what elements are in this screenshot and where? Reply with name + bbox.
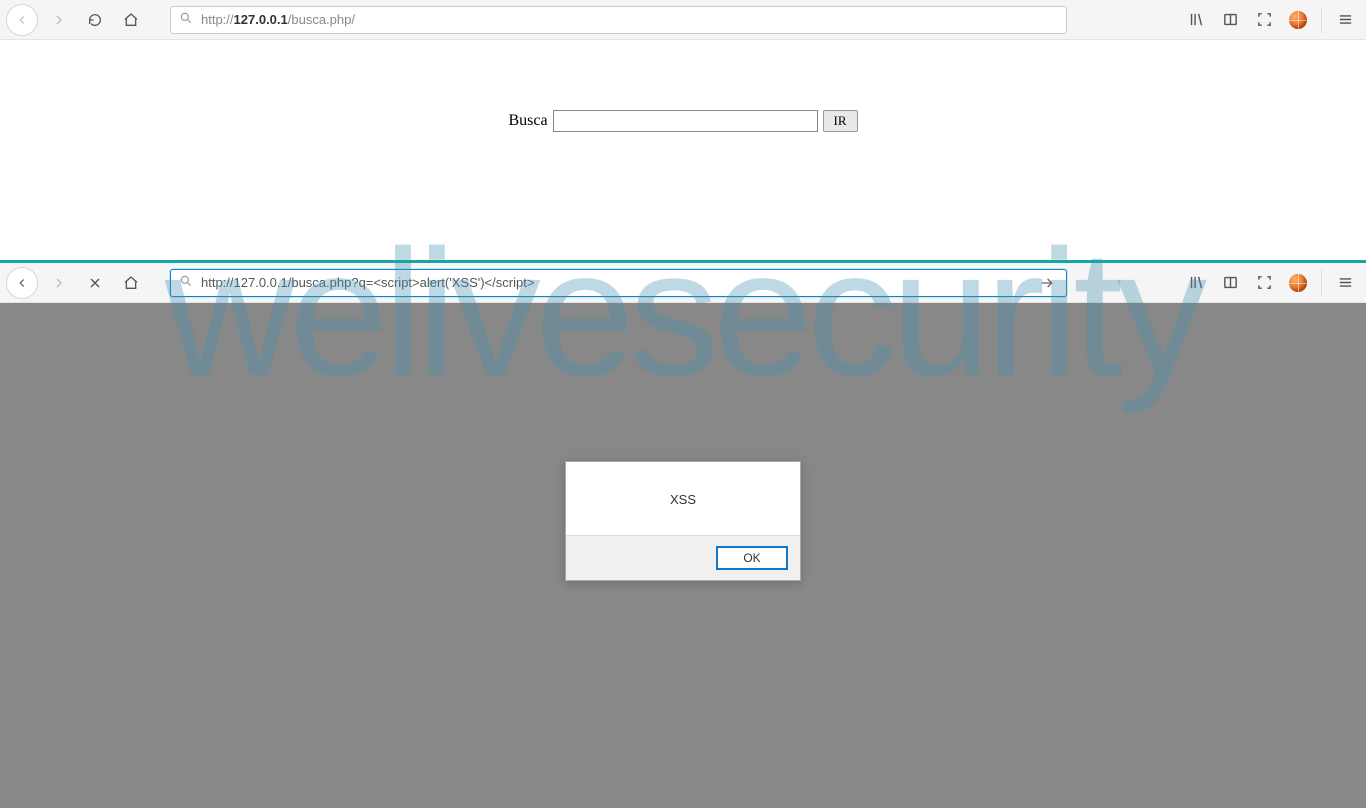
stop-button[interactable]	[80, 268, 110, 298]
sidebar-icon[interactable]	[1215, 5, 1245, 35]
back-button[interactable]	[6, 4, 38, 36]
search-icon	[179, 11, 193, 28]
menu-icon[interactable]	[1330, 5, 1360, 35]
library-icon[interactable]	[1181, 268, 1211, 298]
reload-button[interactable]	[80, 5, 110, 35]
url-text: http://127.0.0.1/busca.php/	[201, 12, 355, 27]
library-icon[interactable]	[1181, 5, 1211, 35]
home-button[interactable]	[116, 268, 146, 298]
toolbar-divider	[1321, 7, 1322, 33]
bottom-browser-toolbar: http://127.0.0.1/busca.php?q=<script>ale…	[0, 263, 1366, 303]
menu-icon[interactable]	[1330, 268, 1360, 298]
alert-ok-button[interactable]: OK	[716, 546, 788, 570]
search-icon	[179, 274, 193, 291]
toolbar-right-icons	[1181, 268, 1360, 298]
search-input[interactable]	[553, 110, 818, 132]
address-bar[interactable]: http://127.0.0.1/busca.php/	[170, 6, 1067, 34]
url-text: http://127.0.0.1/busca.php?q=<script>ale…	[201, 275, 534, 290]
screenshot-icon[interactable]	[1249, 5, 1279, 35]
search-label: Busca	[508, 112, 547, 130]
toolbar-right-icons	[1181, 5, 1360, 35]
forward-button[interactable]	[44, 268, 74, 298]
sidebar-icon[interactable]	[1215, 268, 1245, 298]
search-form: Busca IR	[508, 110, 857, 132]
go-arrow-icon[interactable]	[1036, 273, 1058, 293]
javascript-alert-dialog: XSS OK	[565, 461, 801, 581]
top-browser-toolbar: http://127.0.0.1/busca.php/	[0, 0, 1366, 40]
noscript-icon[interactable]	[1283, 268, 1313, 298]
address-bar[interactable]: http://127.0.0.1/busca.php?q=<script>ale…	[170, 269, 1067, 297]
screenshot-separator	[0, 260, 1366, 263]
noscript-icon[interactable]	[1283, 5, 1313, 35]
home-button[interactable]	[116, 5, 146, 35]
top-page-content: Busca IR	[0, 40, 1366, 260]
toolbar-divider	[1321, 270, 1322, 296]
screenshot-icon[interactable]	[1249, 268, 1279, 298]
alert-message: XSS	[566, 462, 800, 535]
back-button[interactable]	[6, 267, 38, 299]
bottom-page-content: XSS OK	[0, 303, 1366, 808]
search-submit-button[interactable]: IR	[823, 110, 858, 132]
alert-footer: OK	[566, 535, 800, 580]
forward-button[interactable]	[44, 5, 74, 35]
